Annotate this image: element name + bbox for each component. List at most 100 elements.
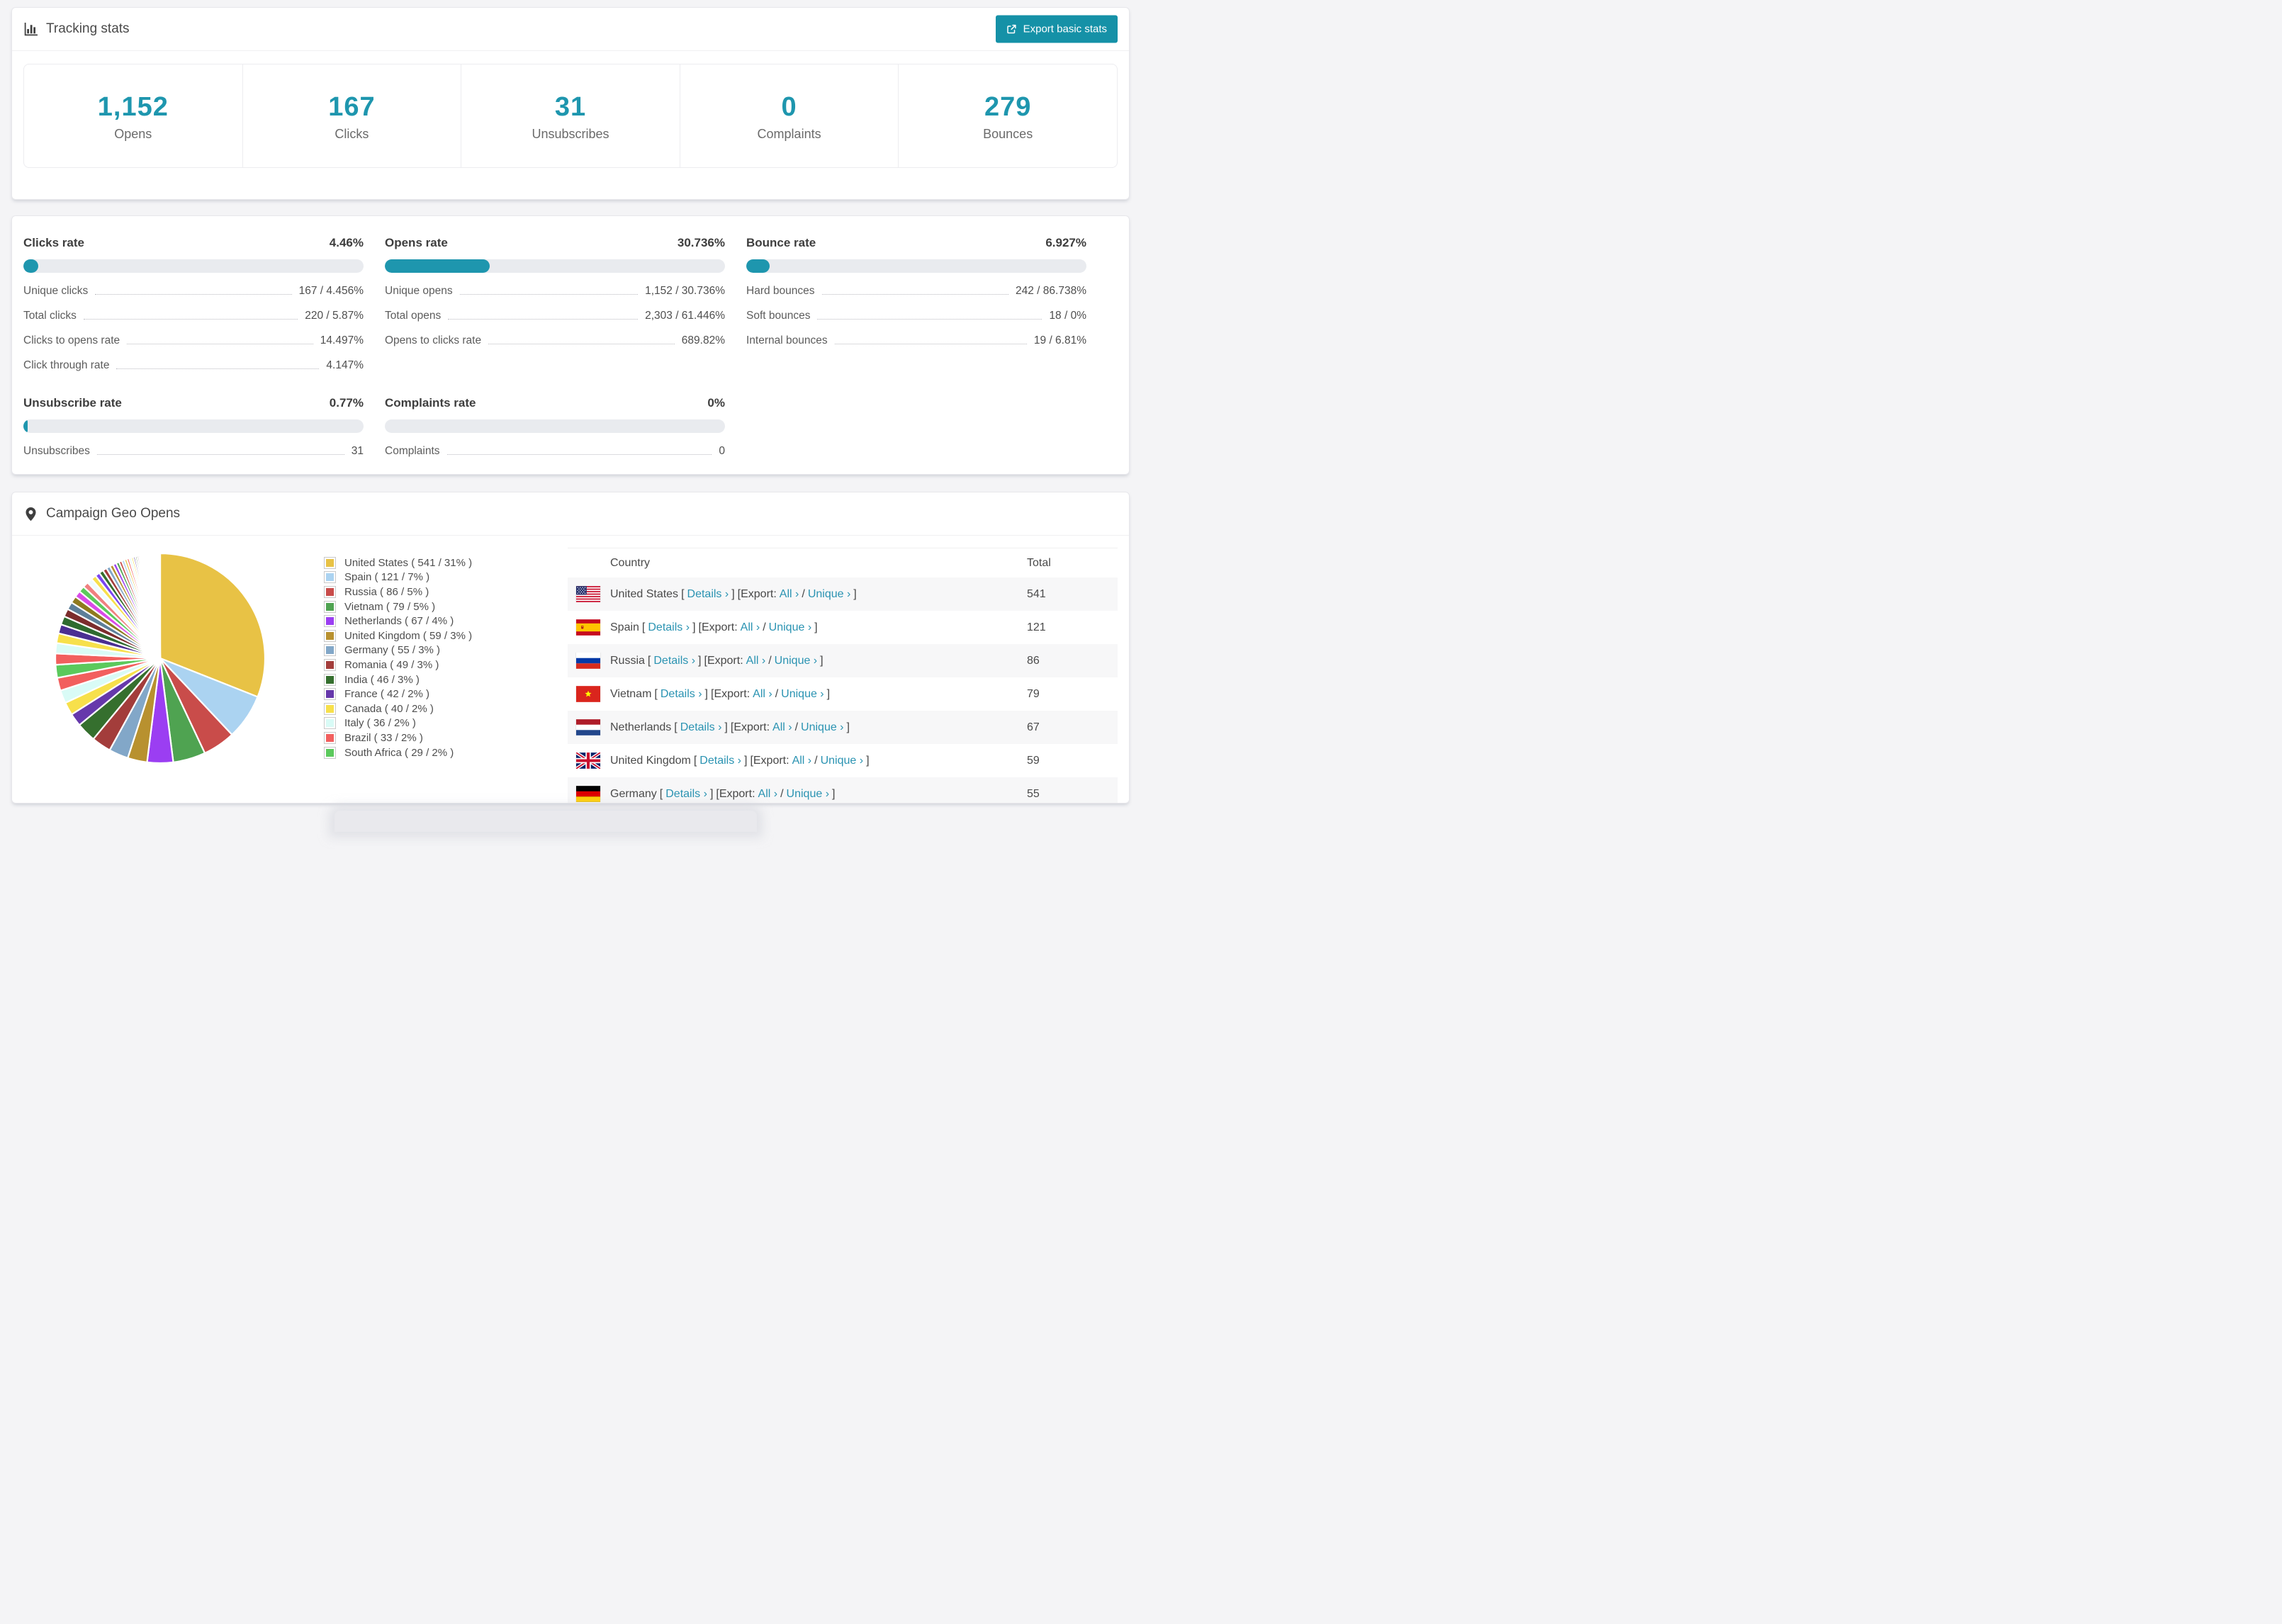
unsubscribe-rate-block: Unsubscribe rate 0.77% Unsubscribes 31 xyxy=(23,396,364,458)
pie-legend: United States ( 541 / 31% ) Spain ( 121 /… xyxy=(324,536,568,760)
export-all-link[interactable]: All › xyxy=(772,721,792,734)
rate-row-soft-bounces: Soft bounces 18 / 0% xyxy=(746,310,1086,322)
progress-bar-track xyxy=(23,419,364,433)
details-link[interactable]: Details › xyxy=(680,721,722,734)
rate-row-value: 4.147% xyxy=(326,359,364,371)
flag-gb-icon xyxy=(576,752,600,769)
legend-swatch xyxy=(324,658,336,671)
table-row-text: / xyxy=(794,721,799,733)
campaign-geo-opens-card: Campaign Geo Opens United States ( 541 /… xyxy=(11,492,1130,803)
table-row-vietnam: Vietnam[Details ›] [Export: All › / Unique ›… xyxy=(568,677,1118,711)
table-row-text: [ xyxy=(647,654,651,667)
export-all-link[interactable]: All › xyxy=(758,788,778,801)
table-row-text: / xyxy=(780,787,784,800)
legend-item-italy[interactable]: Italy ( 36 / 2% ) xyxy=(324,716,568,731)
table-row-text: [Export: xyxy=(750,754,789,767)
export-all-link[interactable]: All › xyxy=(792,755,812,767)
table-row-text: [ xyxy=(654,687,658,700)
table-row-germany: Germany[Details ›] [Export: All › / Unique ›… xyxy=(568,777,1118,803)
table-row-netherlands: Netherlands[Details ›] [Export: All › / Uniq… xyxy=(568,711,1118,744)
legend-item-france[interactable]: France ( 42 / 2% ) xyxy=(324,687,568,701)
details-link[interactable]: Details › xyxy=(661,688,702,701)
stat-label: Clicks xyxy=(335,127,369,141)
legend-item-south-africa[interactable]: South Africa ( 29 / 2% ) xyxy=(324,745,568,760)
legend-item-germany[interactable]: Germany ( 55 / 3% ) xyxy=(324,643,568,658)
geo-table: Country Total United States[Details ›] [E… xyxy=(568,536,1118,803)
progress-bar-track xyxy=(385,419,725,433)
legend-swatch xyxy=(324,673,336,686)
export-all-link[interactable]: All › xyxy=(741,621,760,634)
legend-label: India ( 46 / 3% ) xyxy=(344,673,420,686)
legend-label: Spain ( 121 / 7% ) xyxy=(344,571,430,584)
legend-item-vietnam[interactable]: Vietnam ( 79 / 5% ) xyxy=(324,599,568,614)
map-pin-icon xyxy=(23,507,38,521)
legend-swatch xyxy=(324,556,336,569)
rate-row-clicks-to-opens-rate: Clicks to opens rate 14.497% xyxy=(23,334,364,347)
table-row-text: ] xyxy=(814,621,818,633)
legend-item-brazil[interactable]: Brazil ( 33 / 2% ) xyxy=(324,731,568,745)
complaints-rate-block: Complaints rate 0% Complaints 0 xyxy=(385,396,725,458)
details-link[interactable]: Details › xyxy=(653,655,695,667)
rate-value: 4.46% xyxy=(329,236,364,249)
rate-value: 30.736% xyxy=(677,236,725,249)
total-column-header: Total xyxy=(1027,556,1051,569)
dotted-leader xyxy=(821,294,1009,295)
export-basic-stats-button[interactable]: Export basic stats xyxy=(995,15,1118,43)
details-link[interactable]: Details › xyxy=(648,621,690,634)
total-cell: 79 xyxy=(1027,687,1040,700)
horizontal-scrollbar-thumb[interactable] xyxy=(335,811,757,832)
legend-item-india[interactable]: India ( 46 / 3% ) xyxy=(324,672,568,687)
rate-row-label: Soft bounces xyxy=(746,310,811,322)
legend-item-united-states[interactable]: United States ( 541 / 31% ) xyxy=(324,556,568,570)
rate-row-label: Unsubscribes xyxy=(23,445,90,457)
export-all-link[interactable]: All › xyxy=(753,688,772,701)
rate-row-click-through-rate: Click through rate 4.147% xyxy=(23,359,364,372)
details-link[interactable]: Details › xyxy=(687,588,729,601)
legend-item-spain[interactable]: Spain ( 121 / 7% ) xyxy=(324,570,568,585)
country-name: United States xyxy=(610,587,679,600)
export-unique-link[interactable]: Unique › xyxy=(801,721,843,734)
rate-row-value: 31 xyxy=(351,445,364,457)
export-unique-link[interactable]: Unique › xyxy=(821,755,863,767)
legend-label: Vietnam ( 79 / 5% ) xyxy=(344,600,436,613)
table-row-text: / xyxy=(763,621,766,633)
dotted-leader xyxy=(446,454,712,455)
table-row-text: ] xyxy=(731,587,735,600)
stat-value: 1,152 xyxy=(97,92,169,122)
export-unique-link[interactable]: Unique › xyxy=(808,588,850,601)
export-unique-link[interactable]: Unique › xyxy=(775,655,817,667)
geo-pie-chart xyxy=(23,536,324,765)
legend-item-united-kingdom[interactable]: United Kingdom ( 59 / 3% ) xyxy=(324,628,568,643)
export-unique-link[interactable]: Unique › xyxy=(781,688,824,701)
total-cell: 55 xyxy=(1027,787,1040,800)
legend-swatch xyxy=(324,644,336,657)
export-icon xyxy=(1006,24,1017,35)
legend-item-netherlands[interactable]: Netherlands ( 67 / 4% ) xyxy=(324,614,568,628)
details-link[interactable]: Details › xyxy=(665,788,707,801)
tracking-stats-title-text: Tracking stats xyxy=(46,21,130,36)
legend-item-romania[interactable]: Romania ( 49 / 3% ) xyxy=(324,658,568,672)
rate-row-value: 0 xyxy=(719,445,725,457)
export-all-link[interactable]: All › xyxy=(780,588,799,601)
stat-label: Bounces xyxy=(983,127,1033,141)
legend-item-russia[interactable]: Russia ( 86 / 5% ) xyxy=(324,585,568,599)
stat-label: Opens xyxy=(114,127,152,141)
export-all-link[interactable]: All › xyxy=(746,655,766,667)
country-name: Vietnam xyxy=(610,687,652,700)
stat-cell-clicks: 167 Clicks xyxy=(243,64,462,167)
progress-bar-track xyxy=(746,259,1086,273)
stat-cell-unsubscribes: 31 Unsubscribes xyxy=(461,64,680,167)
export-basic-stats-label: Export basic stats xyxy=(1023,23,1107,35)
details-link[interactable]: Details › xyxy=(699,755,741,767)
country-cell: Netherlands[Details ›] [Export: All › / Uniq… xyxy=(568,719,1027,735)
table-row-text: [Export: xyxy=(711,687,751,700)
rate-row-hard-bounces: Hard bounces 242 / 86.738% xyxy=(746,285,1086,298)
legend-item-canada[interactable]: Canada ( 40 / 2% ) xyxy=(324,701,568,716)
geo-table-header: Country Total xyxy=(568,548,1118,577)
progress-bar-fill xyxy=(23,419,28,433)
rate-row-value: 2,303 / 61.446% xyxy=(645,310,725,322)
export-unique-link[interactable]: Unique › xyxy=(769,621,811,634)
country-cell: United States[Details ›] [Export: All › / Un… xyxy=(568,586,1027,602)
country-cell: Vietnam[Details ›] [Export: All › / Unique ›… xyxy=(568,686,1027,702)
export-unique-link[interactable]: Unique › xyxy=(787,788,829,801)
